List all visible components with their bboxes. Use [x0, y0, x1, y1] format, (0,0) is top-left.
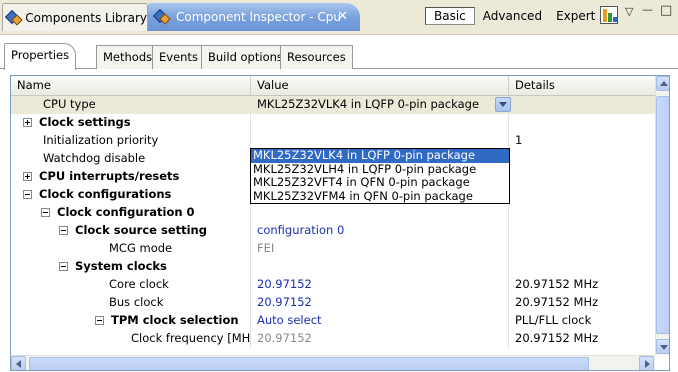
scroll-down-button[interactable] [656, 339, 669, 354]
close-icon[interactable]: ✕ [337, 9, 348, 24]
table-row[interactable]: System clocks [11, 258, 655, 276]
property-value[interactable] [251, 258, 509, 276]
column-header-value[interactable]: Value [251, 76, 509, 96]
property-name: TPM clock selection [11, 312, 251, 330]
mode-expert-button[interactable]: Expert [550, 7, 601, 25]
property-value[interactable] [251, 204, 509, 222]
view-menu-icon[interactable]: ▽ [625, 5, 633, 18]
horizontal-scrollbar[interactable] [11, 355, 655, 370]
component-icon [4, 9, 23, 26]
property-details [509, 96, 655, 114]
property-name: CPU interrupts/resets [11, 168, 251, 186]
scroll-left-button[interactable] [11, 356, 26, 370]
tab-label: Components Library [25, 10, 147, 25]
collapse-icon[interactable] [41, 208, 50, 217]
mode-switcher: Basic Advanced Expert [425, 7, 601, 25]
mode-advanced-button[interactable]: Advanced [477, 7, 548, 25]
table-row[interactable]: Clock settings [11, 114, 655, 132]
minimize-icon[interactable]: — [642, 3, 653, 16]
vertical-scrollbar[interactable] [655, 76, 669, 355]
property-details [509, 222, 655, 240]
property-value[interactable]: 20.97152 [251, 276, 509, 294]
table-row[interactable]: MCG mode FEI [11, 240, 655, 258]
property-details [509, 240, 655, 258]
table-header: Name Value Details [11, 76, 655, 96]
table-row[interactable]: Core clock 20.97152 20.97152 MHz [11, 276, 655, 294]
column-header-details[interactable]: Details [509, 76, 655, 96]
property-name: Clock source setting [11, 222, 251, 240]
collapse-icon[interactable] [59, 262, 68, 271]
property-name: Clock configurations [11, 186, 251, 204]
property-value[interactable] [251, 114, 509, 132]
view-tab-strip: Components Library Component Inspector -… [0, 0, 678, 34]
property-name: Clock frequency [MHz] [11, 330, 251, 348]
cpu-type-dropdown-list[interactable]: MKL25Z32VLK4 in LQFP 0-pin package MKL25… [250, 148, 510, 204]
collapse-icon[interactable] [23, 190, 32, 199]
tab-build-options[interactable]: Build options [201, 45, 290, 69]
property-details [509, 204, 655, 222]
column-header-name[interactable]: Name [11, 76, 251, 96]
property-value[interactable]: 20.97152 [251, 294, 509, 312]
tab-events[interactable]: Events [152, 45, 205, 69]
property-value[interactable]: 20.97152 [251, 330, 509, 348]
property-details: 20.97152 MHz [515, 277, 599, 291]
maximize-icon[interactable]: □ [660, 3, 672, 18]
horizontal-scroll-thumb[interactable] [29, 357, 589, 370]
property-details [509, 114, 655, 132]
dropdown-option[interactable]: MKL25Z32VFM4 in QFN 0-pin package [251, 189, 509, 204]
property-details: 1 [515, 133, 523, 147]
property-name: Clock settings [11, 114, 251, 132]
property-value[interactable]: FEI [251, 240, 509, 258]
table-row[interactable]: Bus clock 20.97152 20.97152 MHz [11, 294, 655, 312]
property-details: PLL/FLL clock [515, 313, 592, 327]
property-value[interactable]: MKL25Z32VLK4 in LQFP 0-pin package [251, 96, 509, 114]
subtab-strip: Properties Methods Events Build options … [0, 41, 678, 70]
scroll-right-button[interactable] [639, 356, 654, 370]
dropdown-option[interactable]: MKL25Z32VLH4 in LQFP 0-pin package [251, 162, 509, 177]
property-details [509, 168, 655, 186]
expand-icon[interactable] [23, 118, 32, 127]
collapse-icon[interactable] [59, 226, 68, 235]
scroll-up-button[interactable] [656, 76, 669, 91]
table-row[interactable]: TPM clock selection Auto select PLL/FLL … [11, 312, 655, 330]
properties-table: Name Value Details CPU type MKL25Z32VLK4… [10, 75, 670, 371]
table-row[interactable]: Clock frequency [MHz] 20.97152 20.97152 … [11, 330, 655, 348]
table-row[interactable]: Clock source setting configuration 0 [11, 222, 655, 240]
property-value[interactable]: configuration 0 [251, 222, 509, 240]
tab-methods[interactable]: Methods [96, 45, 160, 69]
property-details [509, 258, 655, 276]
tab-components-library[interactable]: Components Library [2, 3, 148, 31]
component-icon [152, 8, 172, 25]
property-name: System clocks [11, 258, 251, 276]
dropdown-option[interactable]: MKL25Z32VLK4 in LQFP 0-pin package [251, 149, 509, 163]
property-details: 20.97152 MHz [515, 295, 599, 309]
inspector-panel: Properties Methods Events Build options … [0, 34, 678, 372]
property-name: Core clock [11, 276, 251, 294]
property-name: Watchdog disable [11, 150, 251, 168]
property-name: Bus clock [11, 294, 251, 312]
expand-icon[interactable] [23, 172, 32, 181]
property-value[interactable]: Auto select [251, 312, 509, 330]
property-details: 20.97152 MHz [515, 331, 599, 345]
collapse-icon[interactable] [95, 316, 104, 325]
tab-properties[interactable]: Properties [4, 43, 77, 70]
property-details [509, 186, 655, 204]
tab-component-inspector[interactable]: Component Inspector - Cpu ✕ [148, 3, 360, 31]
property-name: Clock configuration 0 [11, 204, 251, 222]
vertical-scroll-thumb[interactable] [656, 96, 669, 334]
property-name: Initialization priority [11, 132, 251, 150]
dropdown-option[interactable]: MKL25Z32VFT4 in QFN 0-pin package [251, 176, 509, 190]
bar-chart-icon[interactable] [600, 6, 618, 24]
property-details [509, 150, 655, 168]
table-row[interactable]: CPU type MKL25Z32VLK4 in LQFP 0-pin pack… [11, 96, 655, 114]
property-name: CPU type [11, 96, 251, 114]
tab-resources[interactable]: Resources [280, 45, 353, 69]
table-row[interactable]: Clock configuration 0 [11, 204, 655, 222]
property-name: MCG mode [11, 240, 251, 258]
mode-basic-button[interactable]: Basic [425, 7, 475, 25]
tab-label: Component Inspector - Cpu [176, 10, 342, 24]
